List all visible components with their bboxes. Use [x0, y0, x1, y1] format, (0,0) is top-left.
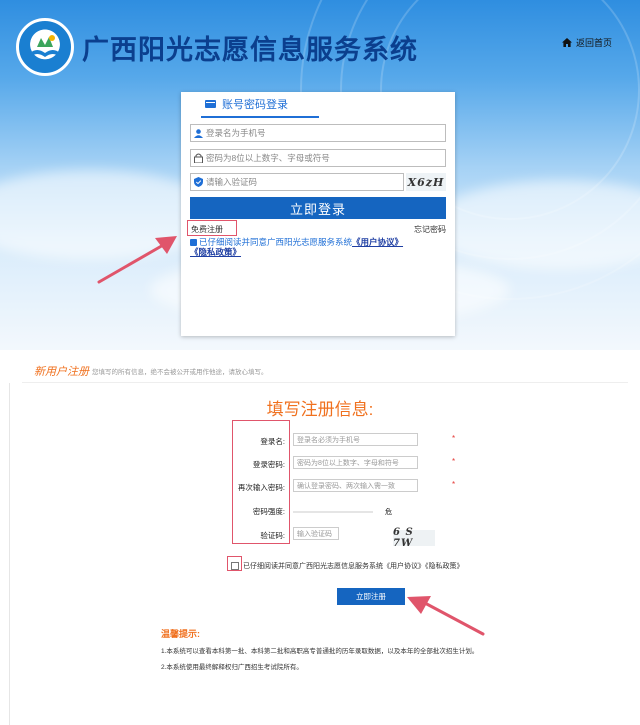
confirm-password-input[interactable]: 确认登录密码、两次输入需一致: [293, 479, 418, 492]
annotation-arrow: [97, 236, 177, 284]
annotation-box: [232, 420, 290, 544]
login-card: 账号密码登录 登录名为手机号 密码为8位以上数字、字母或符号 请输入验证码 X6…: [181, 92, 455, 336]
agreement-prefix: 已仔细阅读并同意广西阳光志愿服务系统: [199, 237, 353, 247]
register-captcha-input[interactable]: 输入验证码: [293, 527, 339, 540]
username-input[interactable]: 登录名为手机号: [190, 124, 446, 142]
tip-line: 1.本系统可以查看本科第一批、本科第二批和高职高专普通批的历年录取数据，以及本年…: [161, 648, 479, 655]
section-rule: [9, 383, 10, 725]
password-placeholder: 密码为8位以上数字、字母或符号: [206, 153, 330, 163]
required-mark: *: [452, 434, 456, 443]
register-captcha-image[interactable]: 6 S 7W: [393, 527, 435, 549]
register-heading: 新用户注册: [34, 366, 89, 378]
captcha-placeholder: 请输入验证码: [206, 177, 258, 187]
tab-password-login[interactable]: 账号密码登录: [201, 92, 319, 118]
register-agreement: 已仔细阅读并同意广西阳光志愿信息服务系统《用户协议》《隐私政策》: [231, 561, 464, 571]
site-title: 广西阳光志愿信息服务系统: [82, 35, 418, 66]
register-subheading: 您填写的所有信息，绝不会被公开或用作他途，请放心填写。: [92, 369, 268, 376]
home-icon: [562, 38, 572, 47]
shield-check-icon: [194, 177, 203, 187]
lock-icon: [194, 153, 203, 163]
tip-line: 2.本系统使用最终解释权归广西招生考试院所有。: [161, 664, 303, 671]
home-link[interactable]: 返回首页: [562, 36, 612, 49]
register-button[interactable]: 立即注册: [337, 588, 405, 605]
privacy-policy-link[interactable]: 《隐私政策》: [190, 247, 241, 257]
password-strength-text: 危: [385, 509, 392, 516]
form-title: 填写注册信息:: [266, 400, 374, 419]
tips-title: 温馨提示:: [161, 629, 200, 639]
username-placeholder: 登录名为手机号: [206, 128, 266, 138]
password-strength-bar: [293, 511, 373, 513]
divider: [22, 382, 628, 383]
home-link-label: 返回首页: [576, 38, 613, 48]
user-icon: [194, 128, 203, 138]
login-button[interactable]: 立即登录: [190, 197, 446, 219]
tab-label: 账号密码登录: [222, 99, 288, 111]
annotation-box: [227, 556, 242, 571]
id-card-icon: [205, 100, 216, 108]
password-input[interactable]: 密码为8位以上数字、字母或符号: [190, 149, 446, 167]
user-agreement-link[interactable]: 《用户协议》: [352, 237, 403, 247]
annotation-arrow: [407, 596, 485, 636]
register-password-input[interactable]: 密码为8位以上数字、字母和符号: [293, 456, 418, 469]
login-name-input[interactable]: 登录名必须为手机号: [293, 433, 418, 446]
emblem-book-icon: [30, 35, 60, 57]
required-mark: *: [452, 457, 456, 466]
login-agreement: 已仔细阅读并同意广西阳光志愿服务系统《用户协议》《隐私政策》: [190, 237, 448, 257]
annotation-box: [187, 220, 237, 236]
agree-checkbox-checked[interactable]: [190, 239, 197, 246]
required-mark: *: [452, 480, 456, 489]
emblem-logo: [16, 18, 74, 76]
register-agreement-text: 已仔细阅读并同意广西阳光志愿信息服务系统《用户协议》《隐私政策》: [243, 563, 464, 570]
captcha-image[interactable]: X6zH: [406, 173, 446, 191]
forgot-password-link[interactable]: 忘记密码: [414, 224, 446, 235]
captcha-input[interactable]: 请输入验证码: [190, 173, 404, 191]
